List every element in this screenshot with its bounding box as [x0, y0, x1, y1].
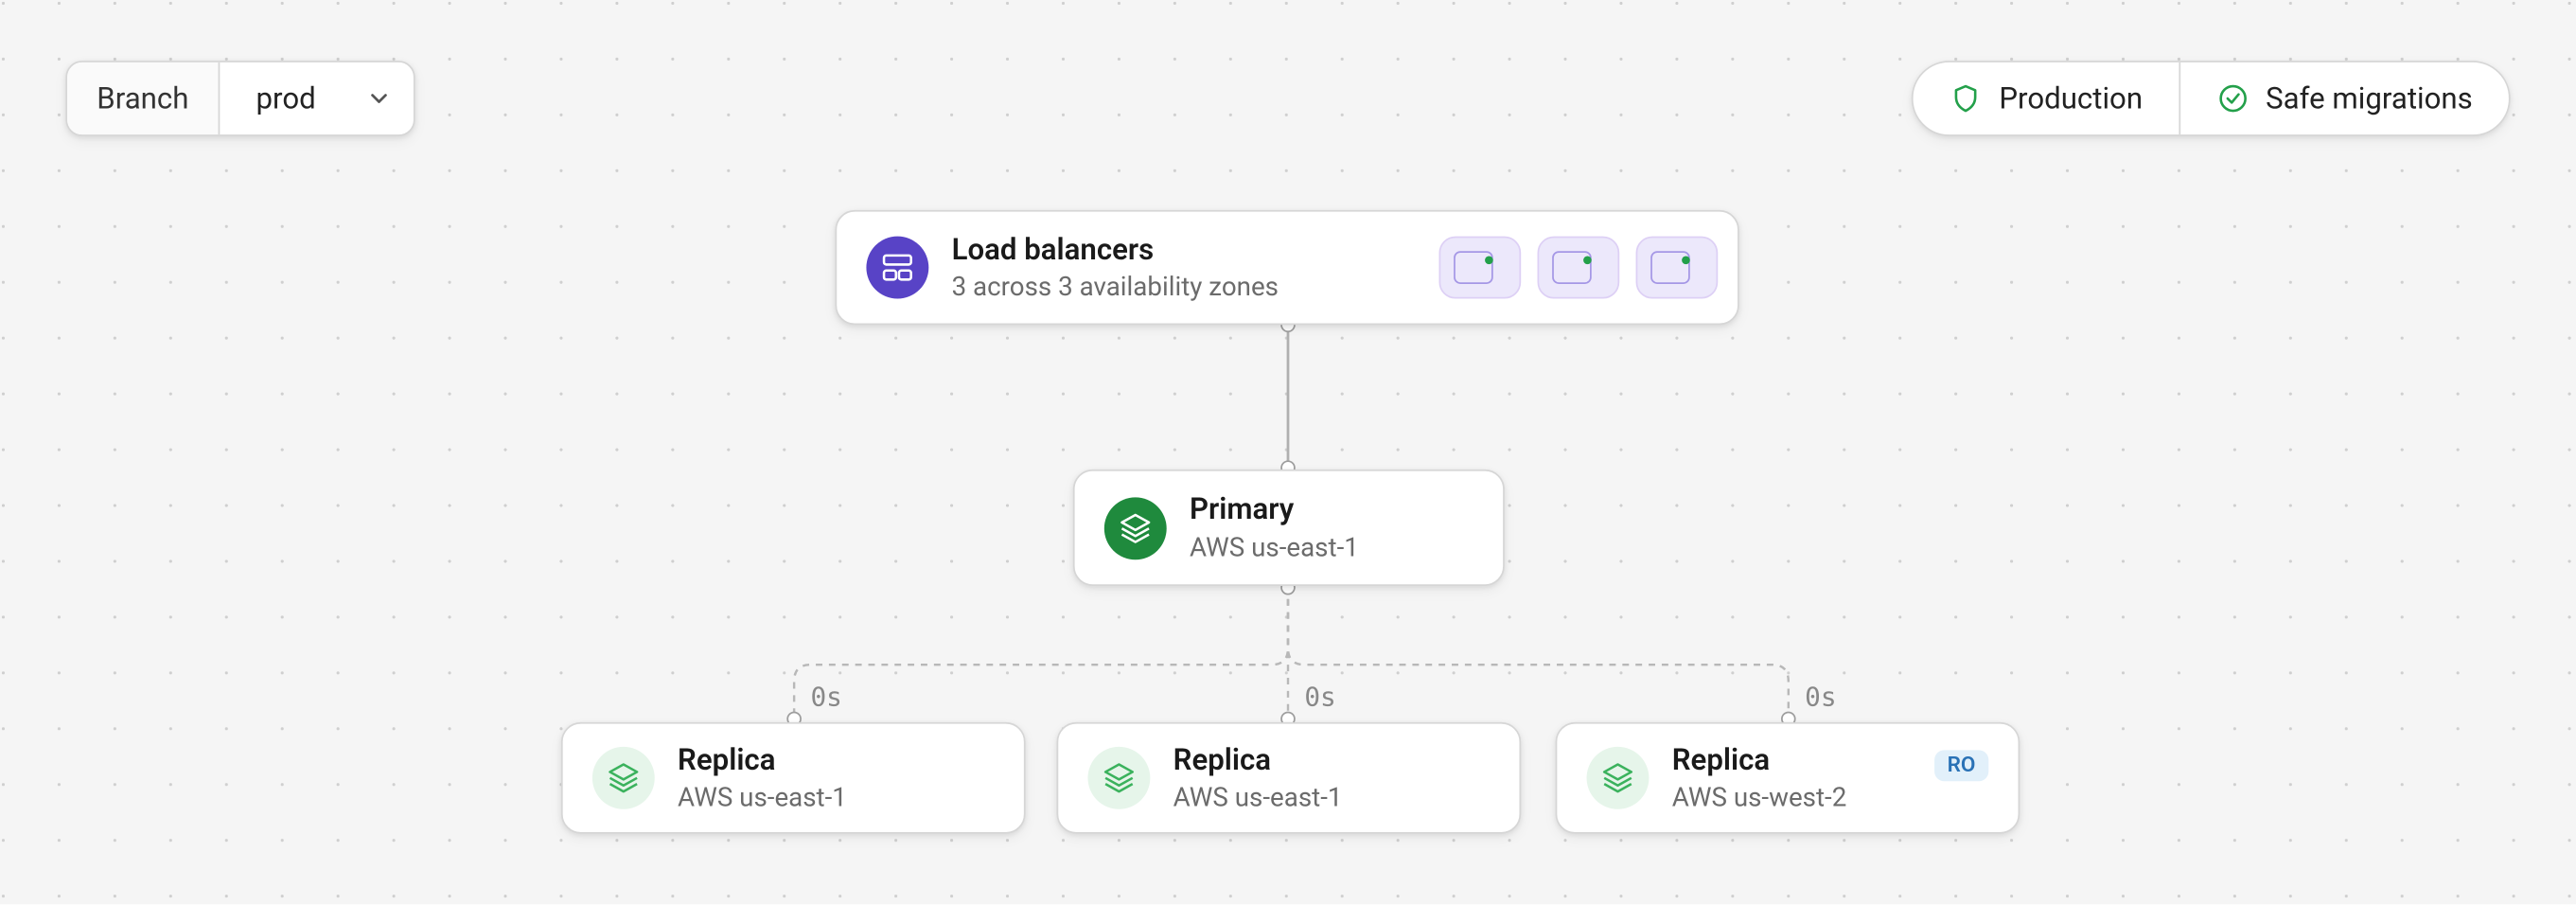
replica-title: Replica [1173, 743, 1343, 778]
database-replica-icon [1087, 747, 1150, 809]
primary-text: Primary AWS us-east-1 [1190, 492, 1359, 562]
latency-label: 0s [1805, 682, 1836, 713]
replica-text: Replica AWS us-east-1 [678, 743, 847, 813]
database-replica-icon [592, 747, 655, 809]
replica-text: Replica AWS us-east-1 [1173, 743, 1343, 813]
safe-migrations-pill[interactable]: Safe migrations [2179, 62, 2509, 134]
replica-title: Replica [678, 743, 847, 778]
load-balancers-text: Load balancers 3 across 3 availability z… [952, 233, 1279, 303]
check-circle-icon [2216, 82, 2250, 115]
load-balancers-subtitle: 3 across 3 availability zones [952, 272, 1279, 303]
load-balancers-node[interactable]: Load balancers 3 across 3 availability z… [835, 210, 1738, 325]
load-balancers-title: Load balancers [952, 233, 1279, 268]
topology-canvas: Branch prod Production Safe migrations L… [0, 0, 2576, 904]
database-replica-icon [1587, 747, 1650, 809]
latency-label: 0s [810, 682, 841, 713]
branch-selector: Branch prod [65, 61, 415, 136]
safe-migrations-label: Safe migrations [2266, 81, 2473, 115]
replica-text: Replica AWS us-west-2 [1672, 743, 1847, 813]
az-chip [1636, 237, 1719, 299]
az-chips [1439, 237, 1719, 299]
production-pill[interactable]: Production [1914, 62, 2179, 134]
production-label: Production [1999, 81, 2143, 115]
database-icon [1104, 496, 1167, 559]
az-chip [1439, 237, 1522, 299]
replica-title: Replica [1672, 743, 1847, 778]
replica-node[interactable]: Replica AWS us-east-1 [1057, 722, 1522, 834]
status-pills: Production Safe migrations [1912, 61, 2510, 136]
shield-icon [1950, 82, 1983, 115]
replica-region: AWS us-west-2 [1672, 782, 1847, 813]
primary-title: Primary [1190, 492, 1359, 527]
chevron-down-icon [367, 87, 390, 110]
az-chip [1538, 237, 1620, 299]
readonly-badge: RO [1934, 750, 1989, 781]
branch-dropdown[interactable]: prod [220, 62, 414, 134]
replica-region: AWS us-east-1 [1173, 782, 1343, 813]
primary-node[interactable]: Primary AWS us-east-1 [1073, 470, 1505, 586]
replica-node[interactable]: Replica AWS us-west-2 RO [1556, 722, 2020, 834]
primary-region: AWS us-east-1 [1190, 531, 1359, 562]
replica-node[interactable]: Replica AWS us-east-1 [561, 722, 1026, 834]
branch-value: prod [256, 81, 316, 115]
latency-label: 0s [1304, 682, 1335, 713]
load-balancer-icon [866, 237, 928, 299]
replica-region: AWS us-east-1 [678, 782, 847, 813]
branch-label: Branch [67, 62, 220, 134]
